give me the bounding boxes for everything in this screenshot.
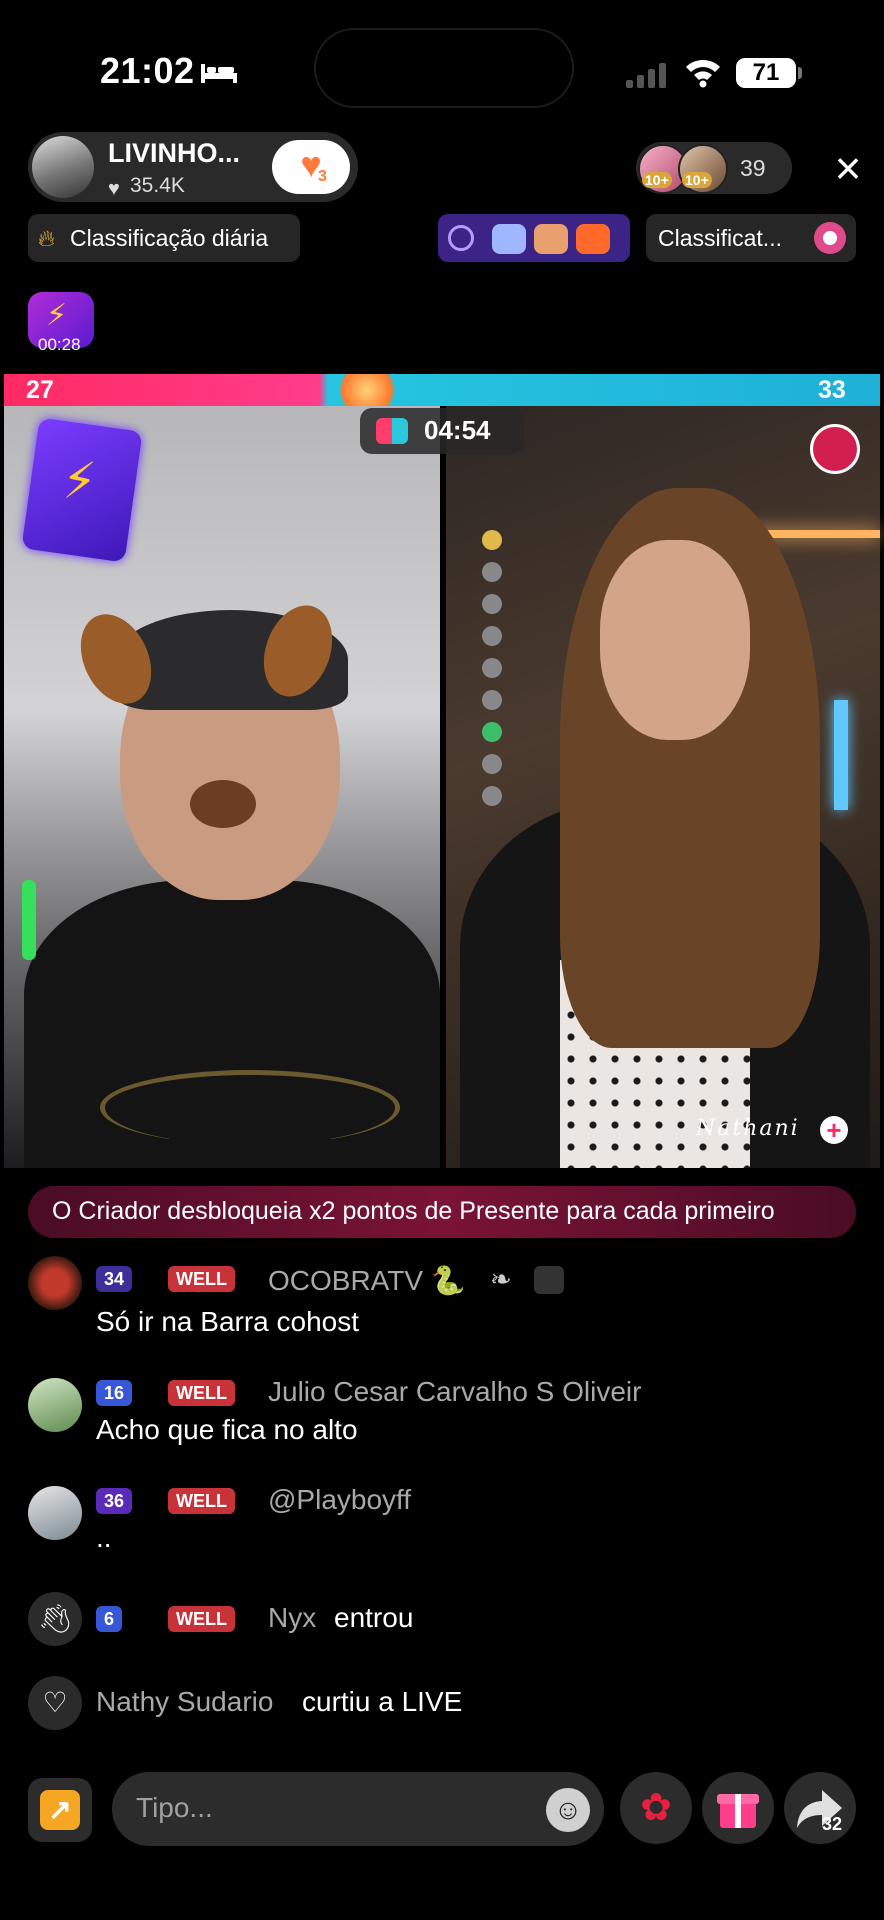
host-avatar[interactable]	[32, 136, 94, 198]
chair-light	[22, 880, 36, 960]
fire-icon: 🔥︎	[38, 225, 55, 251]
daily-ranking-chip[interactable]: 🔥︎ Classificação diária	[28, 214, 300, 262]
well-badge: WELL	[168, 1488, 235, 1514]
chat-message: Só ir na Barra cohost	[96, 1306, 360, 1337]
score-left: 27	[26, 376, 54, 404]
daily-ranking-label: Classificação diária	[70, 225, 269, 251]
heart-icon: ♥	[108, 178, 120, 200]
chat-message: Acho que fica no alto	[96, 1414, 358, 1445]
boost-icon[interactable]	[810, 424, 860, 474]
ranking-label: Classificat...	[658, 225, 782, 251]
well-badge: WELL	[168, 1606, 235, 1632]
heart-icon: ♥	[300, 144, 322, 185]
chat-avatar[interactable]	[28, 1256, 82, 1310]
heart-count: 3	[318, 168, 327, 185]
battle-score-bar	[4, 374, 880, 406]
host-name[interactable]: LIVINHO...	[108, 138, 240, 169]
chat-username[interactable]: OCOBRATV 🐍	[268, 1264, 466, 1297]
level-badge: 34	[96, 1266, 133, 1292]
well-badge: WELL	[168, 1380, 235, 1406]
wave-icon: 👋︎	[28, 1592, 82, 1646]
bed-icon	[200, 60, 238, 84]
trend-arrow-icon: ↗	[40, 1790, 80, 1830]
host-likes: 35.4K	[130, 174, 185, 197]
feather-icon: ❧	[490, 1264, 512, 1294]
follow-guest-button[interactable]: +	[820, 1116, 848, 1144]
chat-username[interactable]: Nyx	[268, 1602, 316, 1634]
ranking-badge-icon	[814, 222, 846, 254]
chat-avatar[interactable]	[28, 1486, 82, 1540]
wifi-icon	[684, 56, 722, 88]
close-icon[interactable]: ×	[822, 142, 874, 194]
smile-icon[interactable]: ☺	[546, 1788, 590, 1832]
viewer-count[interactable]: 39	[740, 155, 766, 182]
fire-flare-icon	[330, 374, 404, 406]
chat-username[interactable]: @Playboyff	[268, 1484, 411, 1516]
gift-item-icon	[534, 224, 568, 254]
battle-icon	[376, 418, 408, 444]
lamp	[834, 700, 848, 810]
ranking-chip[interactable]: Classificat...	[646, 214, 856, 262]
battery-indicator: 71	[736, 58, 796, 88]
chat-username[interactable]: Julio Cesar Carvalho S Oliveir	[268, 1376, 641, 1408]
promo-banner[interactable]: O Criador desbloqueia x2 pontos de Prese…	[28, 1186, 856, 1238]
boost-timer: 00:28	[38, 335, 81, 354]
well-badge: WELL	[168, 1266, 235, 1292]
signal-icon	[626, 62, 670, 88]
banner-text: O Criador desbloqueia x2 pontos de Prese…	[52, 1197, 775, 1225]
target-icon	[448, 225, 474, 251]
status-time: 21:02	[100, 50, 195, 91]
chat-avatar[interactable]	[28, 1378, 82, 1432]
share-arrow-icon[interactable]	[784, 1772, 856, 1844]
guest-name[interactable]: Nathani	[696, 1116, 800, 1141]
dynamic-island	[314, 28, 574, 108]
rose-icon[interactable]: ✿	[620, 1772, 692, 1844]
heart-icon: ♡	[28, 1676, 82, 1730]
battery-tip	[798, 67, 802, 79]
user-icon	[534, 1266, 564, 1294]
gift-item-icon	[492, 224, 526, 254]
level-badge: 6	[96, 1606, 123, 1632]
join-action: entrou	[334, 1602, 414, 1633]
gift-icon[interactable]	[702, 1772, 774, 1844]
comment-placeholder[interactable]: Tipo...	[136, 1792, 213, 1824]
level-badge: 16	[96, 1380, 133, 1406]
chat-message: ..	[96, 1522, 112, 1553]
level-badge: 36	[96, 1488, 133, 1514]
follow-heart-button[interactable]: ♥	[272, 140, 350, 194]
share-count: 32	[822, 1814, 843, 1834]
gift-item-icon	[576, 224, 610, 254]
chat-username[interactable]: Nathy Sudario	[96, 1686, 273, 1718]
battle-timer: 04:54	[424, 415, 491, 445]
shirt-logo	[100, 1070, 400, 1145]
score-right: 33	[818, 376, 846, 404]
like-action: curtiu a LIVE	[302, 1686, 463, 1717]
viewer-badge: 10+	[642, 172, 672, 188]
gift-goal-chip[interactable]	[438, 214, 630, 262]
guest-screen-overlay	[482, 530, 652, 830]
lightning-icon: ⚡︎	[62, 453, 98, 509]
lightning-icon: ⚡︎	[46, 299, 68, 332]
viewer-badge: 10+	[682, 172, 712, 188]
dog-nose-filter	[190, 780, 256, 828]
